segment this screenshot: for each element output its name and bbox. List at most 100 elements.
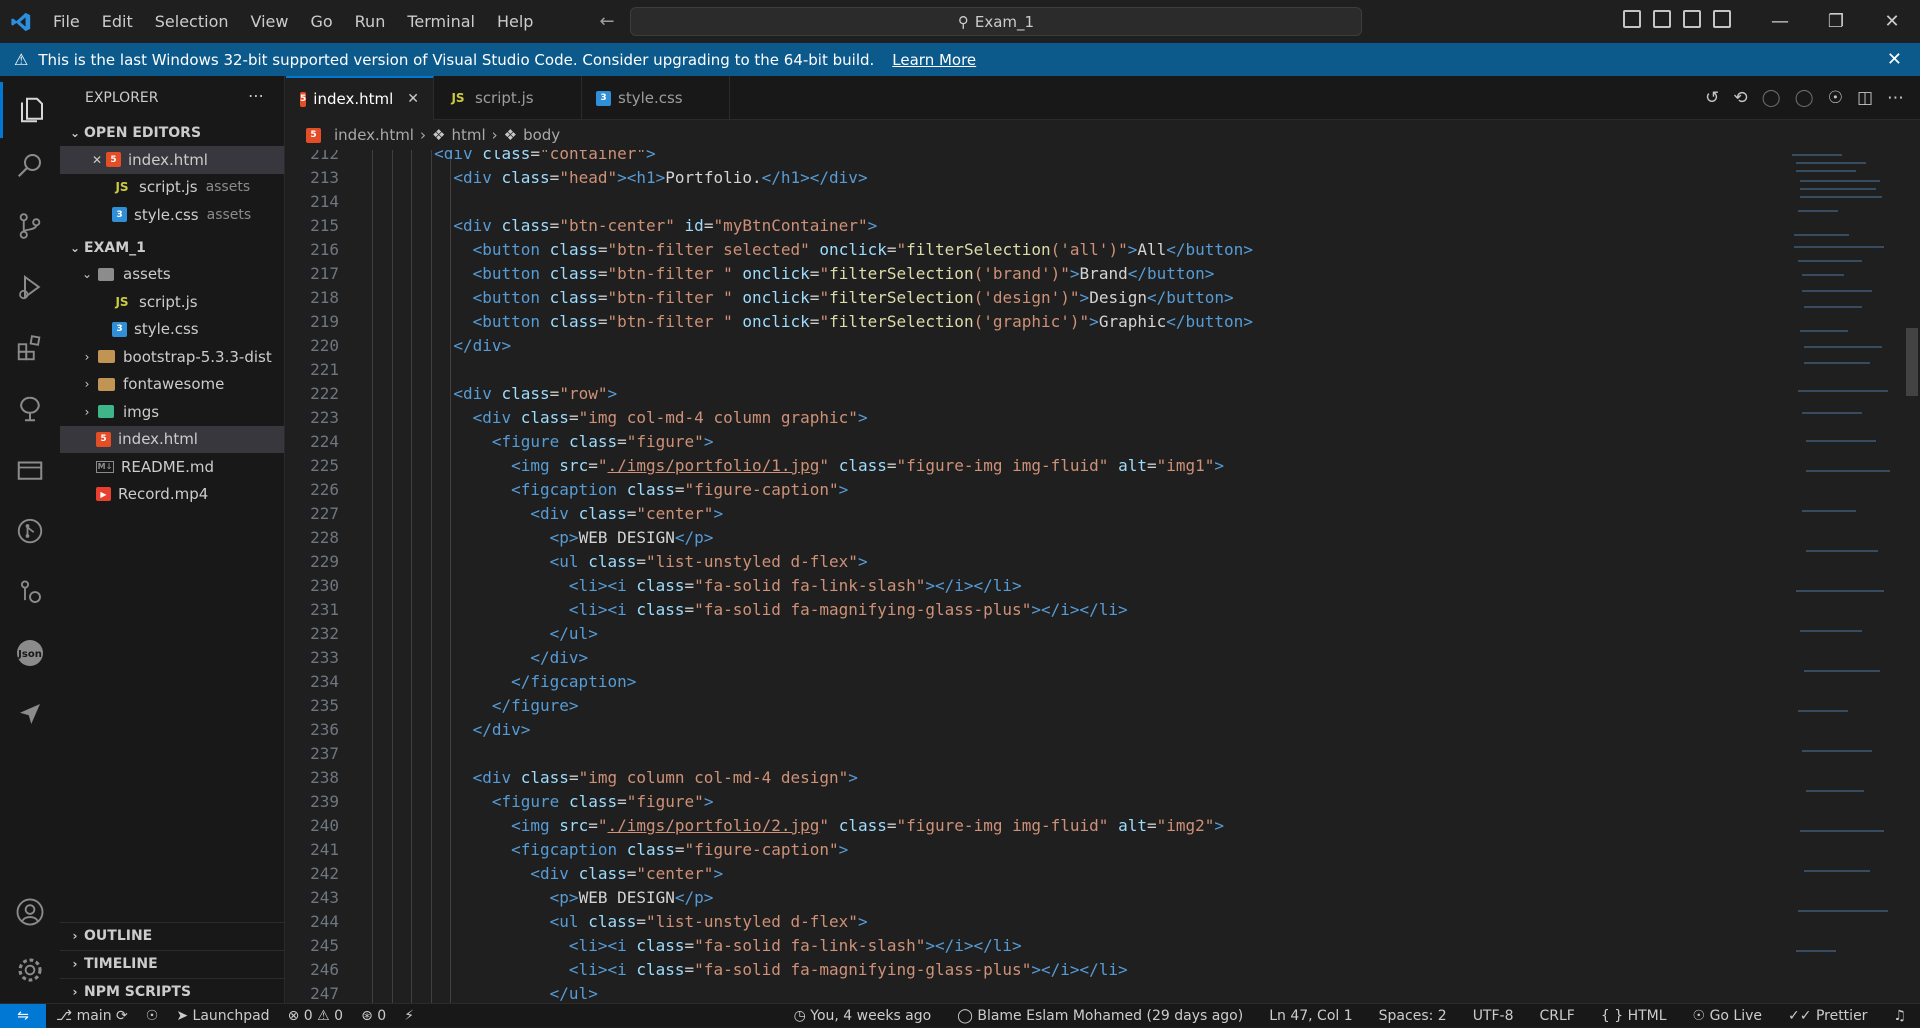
previous-change-icon[interactable]: ◯	[1762, 88, 1781, 108]
open-changes-icon[interactable]: ⟲	[1733, 88, 1747, 108]
problems-indicator[interactable]: ⊗ 0 ⚠ 0	[288, 1008, 344, 1024]
restore-icon[interactable]: ❐	[1808, 0, 1864, 43]
menu-go[interactable]: Go	[299, 12, 343, 31]
line-number: 226	[310, 480, 339, 499]
folder-bootstrap[interactable]: › bootstrap-5.3.3-dist	[60, 343, 284, 371]
close-window-icon[interactable]: ✕	[1864, 0, 1920, 43]
file-index-html[interactable]: 5 index.html	[60, 425, 284, 453]
warning-icon: ⚠	[14, 50, 29, 69]
toggle-primary-sidebar-icon[interactable]	[1623, 10, 1641, 28]
npm-scripts-section[interactable]: › NPM SCRIPTS	[60, 978, 285, 1004]
banner-close-icon[interactable]: ✕	[1887, 49, 1902, 70]
file-readme[interactable]: M↓ README.md	[60, 453, 284, 481]
run-debug-icon[interactable]	[0, 259, 60, 315]
code-line: 230 <li><i class="fa-solid fa-link-slash…	[286, 574, 1786, 598]
notifications-bell-icon[interactable]: ♫	[1893, 1008, 1906, 1024]
menu-view[interactable]: View	[240, 12, 300, 31]
breadcrumb-body[interactable]: body	[523, 126, 560, 144]
project-section[interactable]: ⌄ EXAM_1	[60, 235, 284, 261]
more-actions-icon[interactable]: ⋯	[248, 86, 264, 105]
line-number: 237	[310, 744, 339, 763]
menu-run[interactable]: Run	[344, 12, 397, 31]
search-icon[interactable]	[0, 137, 60, 193]
open-editor-index[interactable]: ✕ 5 index.html	[60, 146, 284, 174]
minimize-icon[interactable]: —	[1752, 0, 1808, 43]
tab-style-css[interactable]: 3 style.css	[582, 76, 730, 120]
open-editors-section[interactable]: ⌄ OPEN EDITORS	[60, 120, 284, 146]
account-icon[interactable]	[0, 884, 60, 940]
git-compare-icon[interactable]: ☉	[1828, 88, 1843, 108]
encoding[interactable]: UTF-8	[1473, 1008, 1514, 1024]
source-graph-icon[interactable]: ☉	[146, 1008, 159, 1024]
menu-edit[interactable]: Edit	[91, 12, 144, 31]
customize-layout-icon[interactable]	[1713, 10, 1731, 28]
testing-icon[interactable]	[0, 381, 60, 437]
folder-imgs[interactable]: › imgs	[60, 398, 284, 426]
breadcrumb-html[interactable]: html	[451, 126, 485, 144]
history-icon: ◷	[793, 1008, 806, 1024]
go-live-button[interactable]: ☉ Go Live	[1693, 1008, 1762, 1024]
cursor-position[interactable]: Ln 47, Col 1	[1269, 1008, 1352, 1024]
remote-indicator-icon[interactable]: ⇋	[0, 1003, 46, 1028]
file-record[interactable]: ▶ Record.mp4	[60, 481, 284, 509]
minimap[interactable]	[1786, 150, 1902, 1003]
folder-assets[interactable]: ⌄ assets	[60, 261, 284, 289]
manage-gear-icon[interactable]	[0, 942, 60, 998]
menu-selection[interactable]: Selection	[144, 12, 240, 31]
prettier-button[interactable]: ✓✓ Prettier	[1788, 1008, 1867, 1024]
commit-icon: ◯	[957, 1008, 973, 1024]
scrollbar-thumb[interactable]	[1906, 328, 1918, 396]
code-line: 225 <img src="./imgs/portfolio/1.jpg" cl…	[286, 454, 1786, 478]
end-of-line[interactable]: CRLF	[1540, 1008, 1575, 1024]
folder-fontawesome[interactable]: › fontawesome	[60, 371, 284, 399]
branch-indicator[interactable]: ⎇ main ⟳	[56, 1008, 128, 1024]
language-mode[interactable]: { } HTML	[1601, 1008, 1667, 1024]
toggle-secondary-sidebar-icon[interactable]	[1683, 10, 1701, 28]
code-editor[interactable]: 212 <div class="container"> 213 <div cla…	[286, 150, 1786, 1003]
file-style-css[interactable]: 3 style.css	[60, 316, 284, 344]
split-editor-icon[interactable]: ◫	[1857, 88, 1873, 108]
menu-terminal[interactable]: Terminal	[396, 12, 486, 31]
extensions-icon[interactable]	[0, 320, 60, 376]
learn-more-link[interactable]: Learn More	[892, 51, 976, 69]
file-script-js[interactable]: JS script.js	[60, 288, 284, 316]
tab-script-js[interactable]: JS script.js	[434, 76, 582, 120]
send-icon[interactable]	[0, 686, 60, 742]
ports-indicator[interactable]: ⊛ 0	[361, 1008, 386, 1024]
menu-file[interactable]: File	[42, 12, 91, 31]
explorer-icon[interactable]	[0, 82, 60, 138]
remote-explorer-icon[interactable]	[0, 442, 60, 498]
close-icon[interactable]: ✕	[88, 153, 106, 167]
code-line: 247 </ul>	[286, 982, 1786, 1003]
breadcrumb-file[interactable]: index.html	[334, 126, 414, 144]
open-editor-style[interactable]: 3 style.css assets	[60, 201, 284, 229]
code-line: 216 <button class="btn-filter selected" …	[286, 238, 1786, 262]
timeline-section[interactable]: › TIMELINE	[60, 950, 285, 976]
source-control-icon[interactable]	[0, 198, 60, 254]
launchpad-item[interactable]: ➤ Launchpad	[176, 1008, 269, 1024]
toggle-panel-icon[interactable]	[1653, 10, 1671, 28]
menu-help[interactable]: Help	[486, 12, 544, 31]
next-change-icon[interactable]: ◯	[1795, 88, 1814, 108]
blame-info[interactable]: ◯ Blame Eslam Mohamed (29 days ago)	[957, 1008, 1243, 1024]
more-actions-icon[interactable]: ⋯	[1887, 88, 1904, 108]
tab-index-html[interactable]: 5 index.html ✕	[286, 76, 434, 120]
open-editor-script[interactable]: JS script.js assets	[60, 174, 284, 202]
code-line: 218 <button class="btn-filter " onclick=…	[286, 286, 1786, 310]
code-line: 240 <img src="./imgs/portfolio/2.jpg" cl…	[286, 814, 1786, 838]
gitlens-icon[interactable]	[0, 564, 60, 620]
command-center-search[interactable]: ⚲ Exam_1	[630, 7, 1362, 36]
file-label: README.md	[121, 457, 215, 476]
git-graph-icon[interactable]	[0, 503, 60, 559]
timeline-history-icon[interactable]: ↺	[1705, 88, 1719, 108]
close-tab-icon[interactable]: ✕	[407, 91, 419, 107]
outline-section[interactable]: › OUTLINE	[60, 922, 285, 948]
lightning-icon[interactable]: ⚡	[404, 1008, 414, 1024]
indentation[interactable]: Spaces: 2	[1379, 1008, 1447, 1024]
line-number: 218	[310, 288, 339, 307]
editor-scrollbar[interactable]	[1902, 150, 1920, 1003]
video-file-icon: ▶	[96, 487, 111, 502]
back-arrow-icon[interactable]: ←	[599, 11, 614, 32]
blame-time[interactable]: ◷ You, 4 weeks ago	[794, 1008, 932, 1024]
json-icon[interactable]: Json	[0, 625, 60, 681]
